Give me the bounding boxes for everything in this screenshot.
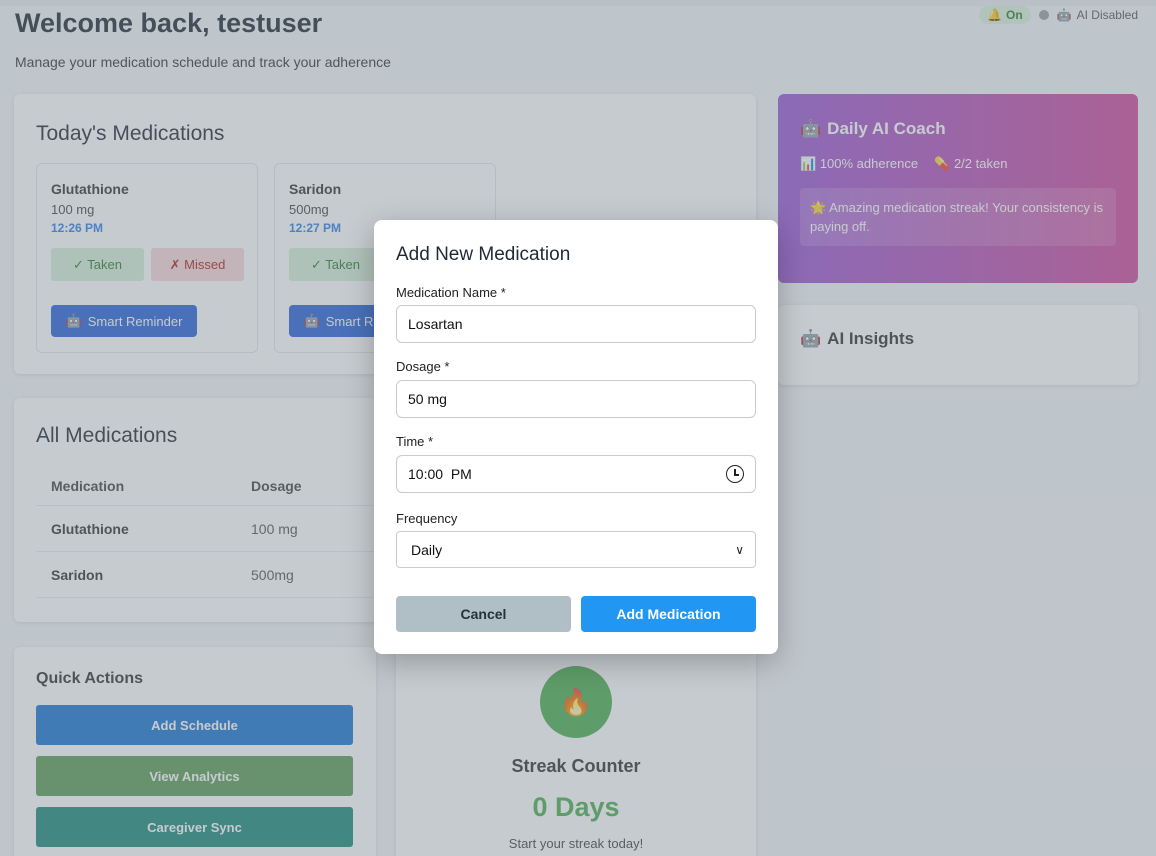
chevron-down-icon: ∨ <box>735 542 744 557</box>
frequency-label: Frequency <box>396 511 458 526</box>
frequency-value: Daily <box>411 541 443 558</box>
medication-name-value: Losartan <box>408 316 463 332</box>
add-medication-modal: Add New Medication Medication Name * Los… <box>374 220 778 654</box>
modal-title: Add New Medication <box>396 244 571 265</box>
medication-name-label: Medication Name * <box>396 285 506 300</box>
time-input[interactable]: 10:00 PM <box>396 455 756 493</box>
dosage-input[interactable]: 50 mg <box>396 380 756 418</box>
time-label: Time * <box>396 434 434 449</box>
dosage-value: 50 mg <box>408 391 447 407</box>
add-medication-button[interactable]: Add Medication <box>581 596 756 632</box>
frequency-select[interactable]: Daily ∨ <box>396 531 756 568</box>
cancel-button[interactable]: Cancel <box>396 596 571 632</box>
time-value: 10:00 PM <box>408 466 472 482</box>
dosage-label: Dosage * <box>396 359 450 374</box>
clock-icon[interactable] <box>726 465 744 483</box>
medication-name-input[interactable]: Losartan <box>396 305 756 343</box>
